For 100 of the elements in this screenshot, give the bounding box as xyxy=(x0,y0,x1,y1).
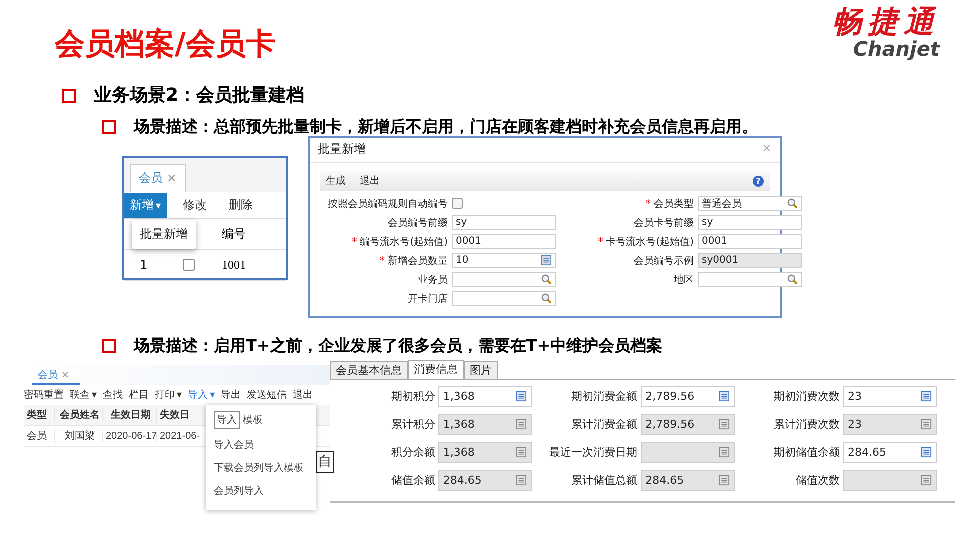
partial-text: 自 xyxy=(316,451,334,473)
bullet-square-icon xyxy=(62,89,76,103)
tab[interactable]: 会员基本信息 xyxy=(330,361,408,379)
input-field[interactable]: 1,368 xyxy=(438,386,532,407)
input-field: 1,368 xyxy=(438,414,532,435)
table-cell: 刘国梁 xyxy=(54,429,102,443)
search-icon[interactable] xyxy=(541,293,552,304)
input-field: 23 xyxy=(842,414,937,435)
field-label: 期初消费金额 xyxy=(572,389,638,404)
field-label: 地区 xyxy=(674,274,694,286)
field-label: 储值余额 xyxy=(391,473,436,488)
field-label: 期初消费次数 xyxy=(774,389,840,404)
bullet-text: 业务场景2：会员批量建档 xyxy=(94,84,305,107)
calculator-icon[interactable] xyxy=(516,475,528,486)
calculator-icon[interactable] xyxy=(516,419,528,430)
field-label: 积分余额 xyxy=(391,445,436,460)
table-cell-text: 会员 xyxy=(26,430,48,443)
dialog-title: 批量新增 xyxy=(318,141,366,158)
field-label: 卡号流水号(起始值) xyxy=(606,236,694,248)
field-label: 业务员 xyxy=(418,274,448,286)
toolbar-button[interactable]: 导出 xyxy=(221,388,242,402)
input-field: 284.65 xyxy=(640,470,735,491)
tab[interactable]: 图片 xyxy=(464,361,498,379)
menu-item[interactable]: 模板 xyxy=(243,413,263,427)
field-label: 累计积分 xyxy=(391,417,436,432)
bullet-text: 场景描述：启用T+之前，企业发展了很多会员，需要在T+中维护会员档案 xyxy=(134,335,663,357)
input-field[interactable]: 284.65 xyxy=(842,442,937,463)
input-field[interactable] xyxy=(698,272,802,287)
toolbar-button[interactable]: 退出 xyxy=(360,174,380,188)
toolbar-button[interactable]: 栏目 xyxy=(129,388,150,402)
input-field[interactable]: sy xyxy=(698,215,802,230)
tab[interactable]: 会员 × xyxy=(130,164,186,192)
field-label: 新增会员数量 xyxy=(388,256,448,266)
calculator-icon[interactable] xyxy=(718,475,730,486)
toolbar-button[interactable]: 查找 xyxy=(103,388,124,402)
input-field[interactable]: 0001 xyxy=(698,234,802,249)
toolbar-button[interactable]: 发送短信 xyxy=(247,388,288,402)
required-mark: * xyxy=(646,198,651,210)
input-field: 2,789.56 xyxy=(640,414,735,435)
toolbar-button[interactable]: 新增 ▾ xyxy=(124,192,168,218)
checkbox[interactable] xyxy=(452,198,463,209)
search-icon[interactable] xyxy=(787,198,798,209)
tab[interactable]: 消费信息 xyxy=(408,360,464,379)
table-cell-text: 1001 xyxy=(221,258,246,272)
menu-item[interactable]: 批量新增 xyxy=(140,227,188,241)
field-label: 累计消费次数 xyxy=(774,417,840,432)
calculator-icon[interactable] xyxy=(718,419,730,430)
required-mark: * xyxy=(352,236,358,248)
field-label: 期初积分 xyxy=(391,389,436,404)
calculator-icon[interactable] xyxy=(920,475,932,486)
table-cell: 2021-06- xyxy=(156,430,202,442)
help-button[interactable]: ? xyxy=(753,176,764,186)
bullet-square-icon xyxy=(102,339,116,353)
toolbar-button[interactable]: 打印 ▾ xyxy=(155,388,182,402)
field-label: 期初储值余额 xyxy=(774,445,840,460)
column-header: 生效日期 xyxy=(102,408,156,422)
calculator-icon[interactable] xyxy=(920,391,932,402)
field-label: 编号流水号(起始值) xyxy=(360,236,448,248)
search-icon[interactable] xyxy=(787,274,798,285)
input-field[interactable]: 0001 xyxy=(452,234,556,249)
toolbar-button[interactable]: 联查 ▾ xyxy=(70,388,98,402)
calculator-icon[interactable] xyxy=(920,447,932,458)
toolbar-button[interactable]: 退出 xyxy=(293,388,314,402)
input-field[interactable]: 普通会员 xyxy=(698,196,802,211)
input-field[interactable] xyxy=(452,291,556,306)
menu-item[interactable]: 会员列导入 xyxy=(214,484,310,498)
required-mark: * xyxy=(380,256,385,266)
search-icon[interactable] xyxy=(541,274,552,285)
input-field[interactable]: 2,789.56 xyxy=(640,386,735,407)
toolbar-button[interactable]: 导入 ▾ xyxy=(188,388,216,402)
field-label: 累计储值总额 xyxy=(572,473,638,488)
field-label: 累计消费金额 xyxy=(572,417,638,432)
calculator-icon[interactable] xyxy=(718,447,730,458)
column-header: 类型 xyxy=(26,408,48,422)
column-header: 失效日 xyxy=(156,408,202,422)
field-label: 最近一次消费日期 xyxy=(550,445,638,460)
field-label: 按照会员编码规则自动编号 xyxy=(328,198,448,210)
input-field[interactable]: 10 xyxy=(452,253,556,268)
field-label: 储值次数 xyxy=(796,473,840,488)
input-field: sy0001 xyxy=(698,253,802,268)
toolbar-button[interactable]: 密码重置 xyxy=(24,388,64,402)
calculator-icon[interactable] xyxy=(920,419,932,430)
toolbar-button[interactable]: 删除 xyxy=(223,192,260,218)
calculator-icon[interactable] xyxy=(541,255,552,266)
field-label: 会员编号前缀 xyxy=(388,218,448,228)
field-label: 会员类型 xyxy=(654,198,694,210)
menu-item[interactable]: 下载会员列导入模板 xyxy=(214,461,310,475)
calculator-icon[interactable] xyxy=(516,447,528,458)
input-field[interactable] xyxy=(452,272,556,287)
calculator-icon[interactable] xyxy=(516,391,528,402)
bullet-text: 场景描述：总部预先批量制卡，新增后不启用，门店在顾客建档时补充会员信息再启用。 xyxy=(134,116,758,138)
calculator-icon[interactable] xyxy=(718,391,730,402)
input-field[interactable]: 23 xyxy=(842,386,937,407)
toolbar-button[interactable]: 生成 xyxy=(326,174,346,188)
table-cell-text: 1 xyxy=(139,258,149,272)
menu-item[interactable]: 导入会员 xyxy=(214,438,310,452)
checkbox[interactable] xyxy=(183,259,195,271)
toolbar-button[interactable]: 修改 xyxy=(177,192,214,218)
input-field[interactable]: sy xyxy=(452,215,556,230)
tab[interactable]: 会员 × xyxy=(32,368,80,385)
